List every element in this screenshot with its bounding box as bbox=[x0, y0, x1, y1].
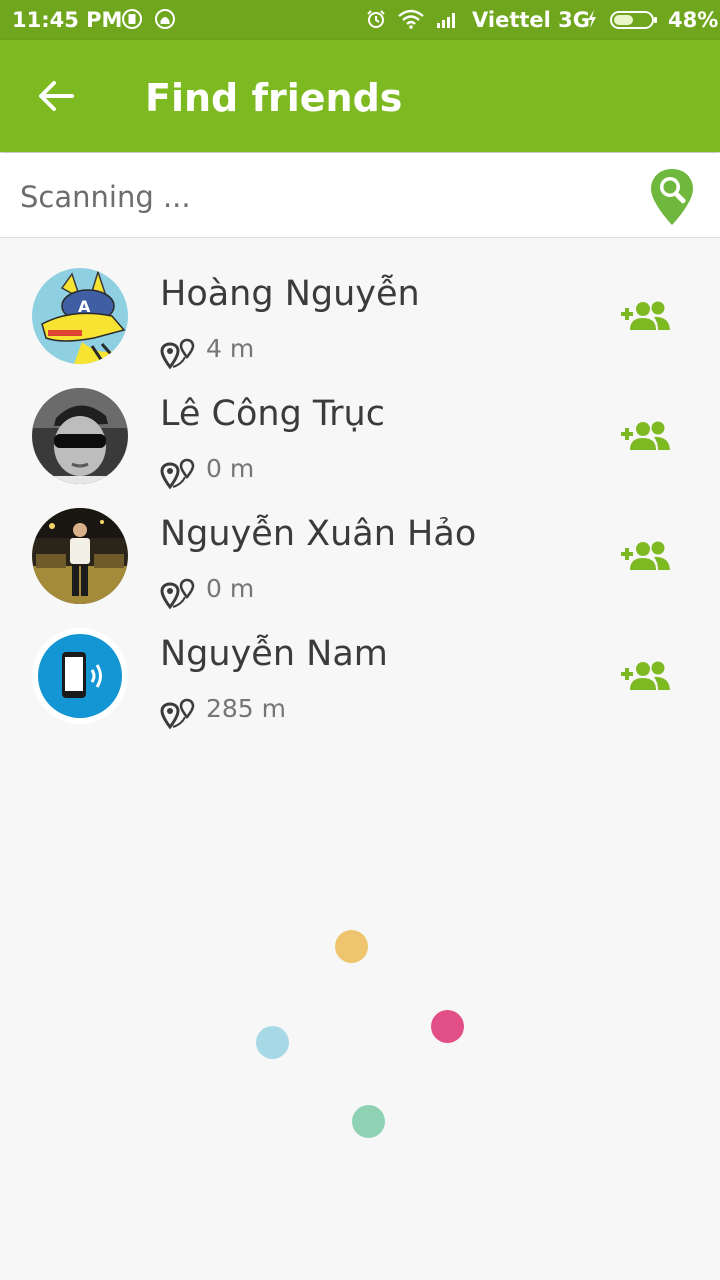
list-item[interactable]: Lê Công Trục 0 m bbox=[0, 370, 720, 490]
arrow-left-icon[interactable] bbox=[32, 70, 80, 122]
friend-name: Nguyễn Xuân Hảo bbox=[160, 514, 477, 554]
add-friend-button[interactable] bbox=[620, 538, 672, 574]
app-bar: Find friends bbox=[0, 40, 720, 152]
alarm-icon bbox=[367, 10, 385, 28]
charging-icon bbox=[588, 10, 596, 28]
friend-name: Lê Công Trục bbox=[160, 394, 385, 434]
add-friend-button[interactable] bbox=[620, 418, 672, 454]
friend-name: Nguyễn Nam bbox=[160, 634, 388, 674]
signal-icon bbox=[437, 13, 455, 28]
distance-icon bbox=[160, 698, 195, 730]
friend-distance: 4 m bbox=[206, 334, 255, 363]
add-friend-button[interactable] bbox=[620, 298, 672, 334]
wifi-icon bbox=[398, 9, 424, 29]
battery-percentage: 48% bbox=[668, 8, 719, 32]
list-item[interactable]: Nguyễn Nam 285 m bbox=[0, 610, 720, 730]
status-bar: 11:45 PM Viettel 3G 48% bbox=[0, 0, 720, 40]
avatar bbox=[32, 388, 128, 484]
avatar bbox=[32, 508, 128, 604]
loading-dot bbox=[335, 930, 368, 963]
phone-signal-avatar bbox=[32, 628, 128, 724]
android-icon bbox=[155, 9, 175, 29]
list-item[interactable]: Nguyễn Xuân Hảo 0 m bbox=[0, 490, 720, 610]
scan-bar: Scanning ... bbox=[0, 153, 720, 238]
battery-icon bbox=[610, 11, 657, 29]
friend-distance: 285 m bbox=[206, 694, 287, 723]
loading-dot bbox=[256, 1026, 289, 1059]
loading-dot bbox=[431, 1010, 464, 1043]
avatar bbox=[32, 628, 128, 724]
add-friend-button[interactable] bbox=[620, 658, 672, 694]
friend-distance: 0 m bbox=[206, 574, 255, 603]
distance-icon bbox=[160, 338, 195, 370]
friend-name: Hoàng Nguyễn bbox=[160, 274, 420, 314]
distance-icon bbox=[160, 578, 195, 610]
status-time: 11:45 PM bbox=[12, 8, 123, 32]
avatar: A bbox=[32, 268, 128, 364]
sim-icon bbox=[122, 9, 142, 29]
page-title: Find friends bbox=[145, 76, 403, 120]
person-night-photo-avatar bbox=[32, 508, 128, 604]
person-sunglasses-avatar bbox=[32, 388, 128, 484]
location-search-icon[interactable] bbox=[648, 167, 696, 227]
loading-dot bbox=[352, 1105, 385, 1138]
scan-status-text: Scanning ... bbox=[20, 180, 191, 214]
list-item[interactable]: A Hoàng Nguyễn 4 m bbox=[0, 250, 720, 370]
carrier-name: Viettel 3G bbox=[472, 8, 591, 32]
friend-distance: 0 m bbox=[206, 454, 255, 483]
cartoon-character-avatar: A bbox=[32, 268, 128, 364]
distance-icon bbox=[160, 458, 195, 490]
